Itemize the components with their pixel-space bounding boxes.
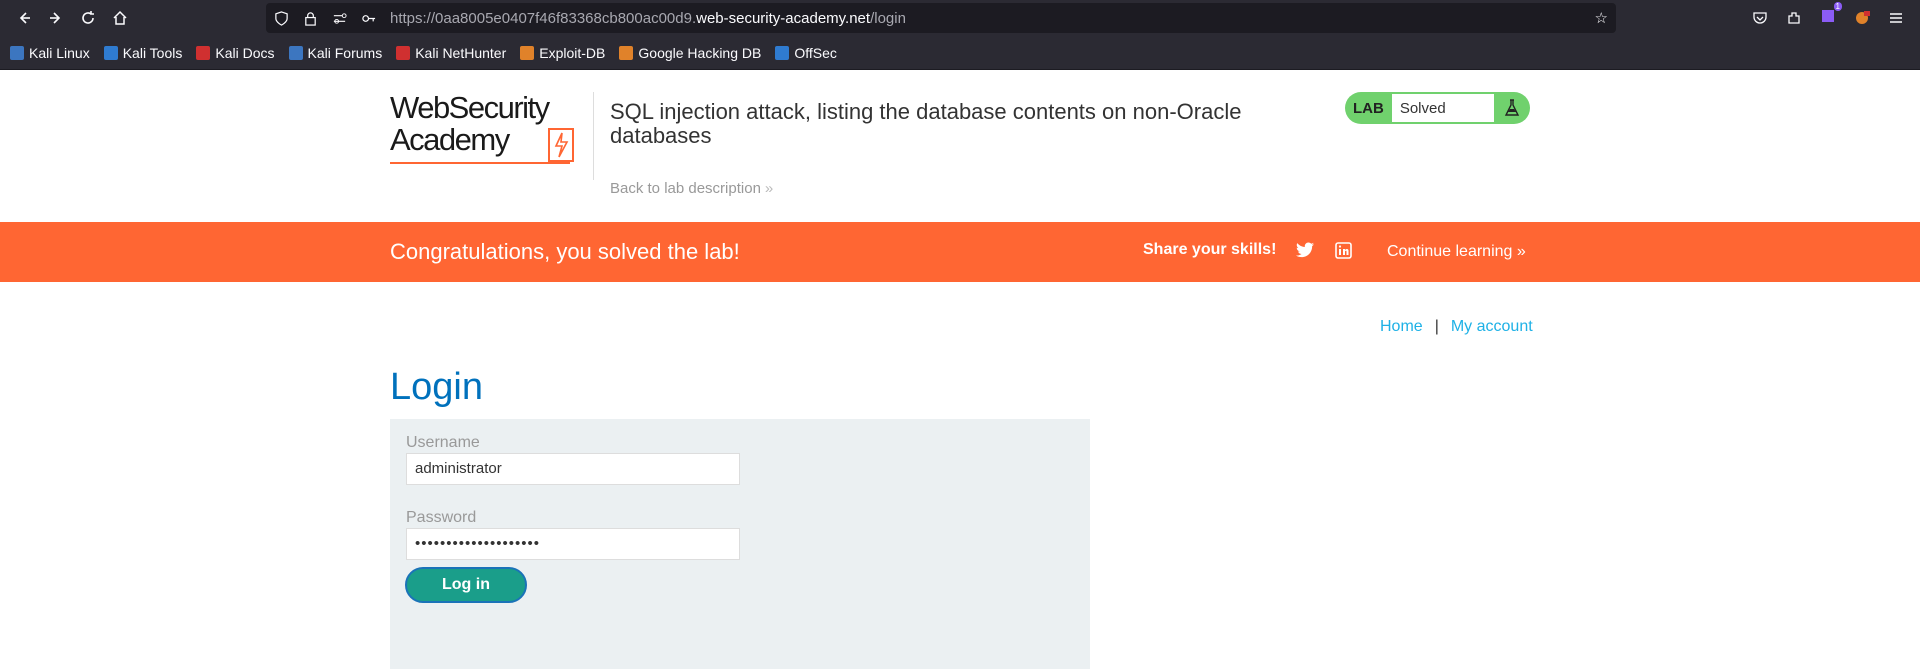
menu-icon[interactable]	[1888, 10, 1904, 26]
back-to-lab-link[interactable]: Back to lab description»	[610, 180, 773, 197]
solved-message: Congratulations, you solved the lab!	[390, 239, 740, 264]
extension-badge-icon[interactable]: 1	[1820, 1, 1842, 29]
extensions-icon[interactable]	[1786, 10, 1802, 26]
bookmark-label: Kali NetHunter	[415, 44, 507, 61]
bookmark-favicon-icon	[103, 45, 118, 60]
bookmark-item[interactable]: OffSec	[775, 45, 837, 61]
bookmark-label: Kali Docs	[215, 44, 275, 61]
username-input[interactable]: administrator	[406, 453, 740, 485]
bookmark-favicon-icon	[775, 45, 790, 60]
bookmark-item[interactable]: Kali Docs	[196, 44, 275, 61]
bookmark-favicon-icon	[520, 45, 535, 60]
browser-toolbar: https://0aa8005e0407f46f83368cb800ac00d9…	[0, 0, 1920, 36]
bookmark-item[interactable]: Kali NetHunter	[396, 45, 506, 61]
logo-line2: Academy	[390, 122, 510, 157]
bookmark-favicon-icon	[288, 45, 303, 60]
flask-icon	[1494, 92, 1530, 124]
extension-count: 1	[1833, 1, 1842, 11]
bookmark-label: Exploit-DB	[539, 44, 606, 61]
continue-learning-link[interactable]: Continue learning »	[1387, 243, 1526, 261]
permissions-icon[interactable]	[332, 11, 347, 26]
lab-status-widget: LAB Solved	[1345, 92, 1530, 124]
home-icon	[113, 10, 127, 25]
key-icon[interactable]	[361, 11, 376, 26]
my-account-link[interactable]: My account	[1451, 318, 1533, 335]
bookmark-item[interactable]: Google Hacking DB	[619, 45, 761, 61]
password-label: Password	[406, 509, 477, 526]
lab-title: SQL injection attack, listing the databa…	[610, 99, 1242, 148]
chevron-right-icon: »	[764, 180, 774, 197]
arrow-right-icon	[50, 12, 61, 24]
bookmark-item[interactable]: Exploit-DB	[520, 45, 605, 61]
bookmark-favicon-icon	[196, 45, 211, 60]
home-link[interactable]: Home	[1380, 318, 1423, 335]
academy-logo[interactable]: WebSecurity Academy	[390, 92, 590, 182]
top-nav: Home | My account	[1380, 318, 1533, 336]
chevron-right-icon: »	[1516, 243, 1526, 260]
page: WebSecurity Academy SQL injection attack…	[0, 70, 1920, 669]
nav-separator: |	[1434, 318, 1439, 335]
lab-state: Solved	[1391, 94, 1494, 122]
bookmark-label: Google Hacking DB	[638, 44, 762, 61]
url-text[interactable]: https://0aa8005e0407f46f83368cb800ac00d9…	[390, 10, 1595, 27]
bookmark-item[interactable]: Kali Linux	[10, 45, 90, 61]
header-divider	[593, 92, 594, 180]
bookmark-favicon-icon	[619, 45, 634, 60]
bookmark-item[interactable]: Kali Tools	[103, 44, 183, 61]
logo-line1: WebSecurity	[390, 90, 550, 125]
password-input[interactable]: ••••••••••••••••••••	[406, 528, 740, 560]
reload-button[interactable]	[72, 2, 104, 34]
bookmarks-bar: Kali Linux Kali Tools Kali Docs Kali Forums…	[0, 36, 1920, 70]
back-button[interactable]	[8, 2, 40, 34]
logo-underline	[390, 162, 570, 164]
solved-banner: Congratulations, you solved the lab! Sha…	[0, 222, 1920, 282]
bookmark-label: OffSec	[794, 44, 837, 61]
username-label: Username	[406, 434, 480, 451]
lab-tag: LAB	[1353, 99, 1384, 117]
home-button[interactable]	[104, 2, 136, 34]
linkedin-icon[interactable]	[1335, 242, 1352, 264]
url-bar[interactable]: https://0aa8005e0407f46f83368cb800ac00d9…	[266, 3, 1616, 33]
reload-icon	[82, 11, 94, 24]
shield-icon[interactable]	[274, 10, 289, 26]
bookmark-label: Kali Forums	[307, 44, 383, 61]
continue-label: Continue learning	[1387, 243, 1513, 260]
login-button[interactable]: Log in	[405, 567, 527, 603]
back-link-label: Back to lab description	[610, 180, 761, 197]
pocket-icon[interactable]	[1752, 10, 1768, 26]
share-label: Share your skills!	[1143, 241, 1277, 258]
forward-button[interactable]	[40, 2, 72, 34]
twitter-icon[interactable]	[1296, 242, 1314, 263]
bookmark-label: Kali Linux	[29, 44, 90, 61]
arrow-left-icon	[19, 12, 30, 24]
bookmark-star-icon[interactable]: ☆	[1595, 9, 1608, 27]
bookmark-favicon-icon	[10, 45, 24, 60]
login-form: Username administrator Password ••••••••…	[390, 419, 1090, 669]
bookmark-favicon-icon	[396, 45, 411, 60]
lightning-icon	[548, 128, 574, 162]
lock-icon[interactable]	[303, 11, 318, 26]
profile-extension-icon[interactable]	[1854, 10, 1870, 26]
bookmark-label: Kali Tools	[122, 44, 183, 61]
page-title: Login	[390, 366, 483, 408]
lab-header: WebSecurity Academy SQL injection attack…	[390, 92, 1530, 222]
bookmark-item[interactable]: Kali Forums	[288, 44, 383, 61]
